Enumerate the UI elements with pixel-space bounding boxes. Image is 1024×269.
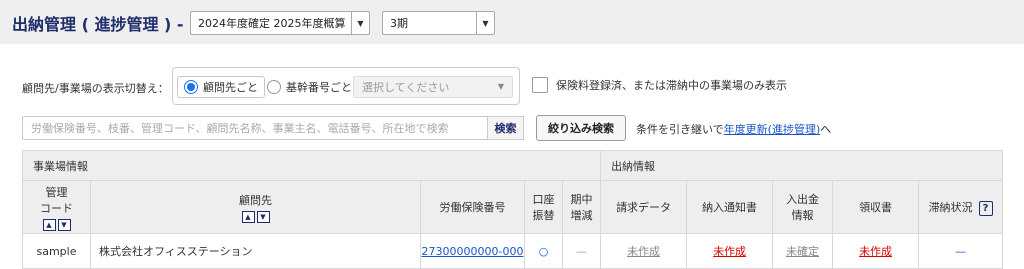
fiscal-year-select[interactable]: 2024年度確定 2025年度概算 ▼	[190, 11, 370, 35]
period-value: 3期	[390, 17, 408, 30]
radio-unselected-icon	[267, 80, 281, 94]
sort-asc-icon[interactable]: ▲	[241, 210, 255, 223]
table-row: sample 株式会社オフィスステーション 27300000000-000 ○ …	[22, 233, 1004, 269]
cell-code: sample	[22, 233, 91, 269]
col-header-arrears: 滞納状況?	[918, 180, 1004, 234]
col-debit-line2: 振替	[532, 209, 555, 222]
cell-payment: 未確定	[772, 233, 834, 269]
col-header-invoice: 請求データ	[600, 180, 688, 234]
narrow-search-button[interactable]: 絞り込み検索	[536, 115, 626, 141]
sort-desc-icon[interactable]: ▼	[256, 210, 270, 223]
cell-invoice: 未作成	[600, 233, 688, 269]
col-code-line1: 管理	[45, 185, 68, 199]
cell-arrears: —	[918, 233, 1004, 269]
filter-checkbox-label: 保険料登録済、または滞納中の事業場のみ表示	[556, 79, 787, 92]
cell-receipt: 未作成	[832, 233, 920, 269]
cell-midterm: —	[561, 233, 602, 269]
base-number-select-placeholder: 選択してください	[362, 81, 450, 94]
invoice-status-link[interactable]: 未作成	[627, 245, 660, 258]
page-title: 出納管理 ( 進捗管理 ) -	[12, 15, 184, 34]
group-header-cash: 出納情報	[600, 150, 1004, 181]
col-client-label: 顧問先	[239, 193, 272, 207]
chevron-down-icon: ▼	[497, 82, 504, 91]
code-sort-controls: ▲ ▼	[23, 218, 90, 231]
cash-management-table: 事業場情報 出納情報 管理 コード ▲ ▼ 顧問先 ▲ ▼ 労働保険番号 口座 …	[21, 150, 1004, 269]
search-input-placeholder: 労働保険番号、枝番、管理コード、顧問先名称、事業主名、電話番号、所在地で検索	[31, 122, 449, 135]
chevron-down-icon: ▼	[351, 12, 369, 34]
filter-checkbox[interactable]	[532, 77, 548, 93]
cell-insurance-no: 27300000000-000	[420, 233, 525, 269]
search-button[interactable]: 検索	[488, 116, 524, 140]
col-header-insurance-no: 労働保険番号	[420, 180, 525, 234]
col-header-receipt: 領収書	[832, 180, 920, 234]
col-midterm-line2: 増減	[570, 209, 593, 222]
cell-notice: 未作成	[686, 233, 774, 269]
cell-debit: ○	[524, 233, 563, 269]
sort-desc-icon[interactable]: ▼	[57, 218, 71, 231]
col-payment-line1: 入出金	[786, 193, 820, 206]
radio-client-label: 顧問先ごと	[203, 81, 258, 94]
annual-renewal-link[interactable]: 年度更新(進捗管理)	[724, 123, 821, 136]
help-icon[interactable]: ?	[978, 200, 993, 216]
view-toggle-group: 顧問先ごと 基幹番号ごと 選択してください ▼	[172, 67, 520, 105]
cell-client: 株式会社オフィスステーション	[90, 233, 421, 269]
group-header-site: 事業場情報	[21, 150, 602, 181]
filter-checkbox-row[interactable]: 保険料登録済、または滞納中の事業場のみ表示	[532, 77, 787, 93]
radio-selected-icon	[184, 80, 198, 94]
col-header-debit: 口座 振替	[524, 180, 563, 234]
hint-suffix: へ	[820, 123, 832, 136]
hint-prefix: 条件を引き継いで	[636, 123, 724, 136]
col-header-payment: 入出金 情報	[772, 180, 834, 234]
notice-status-link[interactable]: 未作成	[713, 245, 746, 258]
base-number-select[interactable]: 選択してください ▼	[353, 76, 513, 98]
col-arrears-label: 滞納状況	[928, 200, 973, 214]
client-sort-controls: ▲ ▼	[91, 210, 420, 223]
page-header: 出納管理 ( 進捗管理 ) - 2024年度確定 2025年度概算 ▼ 3期 ▼	[0, 0, 1024, 44]
receipt-status-link[interactable]: 未作成	[859, 245, 892, 258]
view-toggle-label: 顧問先/事業場の表示切替え：	[22, 82, 169, 95]
col-code-line2: コード	[40, 201, 73, 215]
col-payment-line2: 情報	[791, 209, 814, 222]
col-midterm-line1: 期中	[570, 193, 593, 206]
radio-base-label: 基幹番号ごと	[286, 81, 352, 94]
insurance-no-link[interactable]: 27300000000-000	[422, 245, 524, 258]
col-header-notice: 納入通知書	[686, 180, 774, 234]
sort-asc-icon[interactable]: ▲	[42, 218, 56, 231]
carry-over-hint: 条件を引き継いで年度更新(進捗管理)へ	[636, 121, 831, 137]
col-header-client: 顧問先 ▲ ▼	[90, 180, 421, 234]
col-header-code: 管理 コード ▲ ▼	[22, 180, 91, 234]
chevron-down-icon: ▼	[476, 12, 494, 34]
fiscal-year-value: 2024年度確定 2025年度概算	[198, 17, 346, 30]
period-select[interactable]: 3期 ▼	[382, 11, 495, 35]
col-debit-line1: 口座	[532, 193, 555, 206]
col-header-midterm: 期中 増減	[561, 180, 602, 234]
radio-client[interactable]: 顧問先ごと	[177, 76, 265, 98]
radio-base-number[interactable]: 基幹番号ごと	[261, 76, 358, 98]
search-input[interactable]: 労働保険番号、枝番、管理コード、顧問先名称、事業主名、電話番号、所在地で検索	[22, 116, 488, 140]
payment-status-link[interactable]: 未確定	[786, 245, 819, 258]
